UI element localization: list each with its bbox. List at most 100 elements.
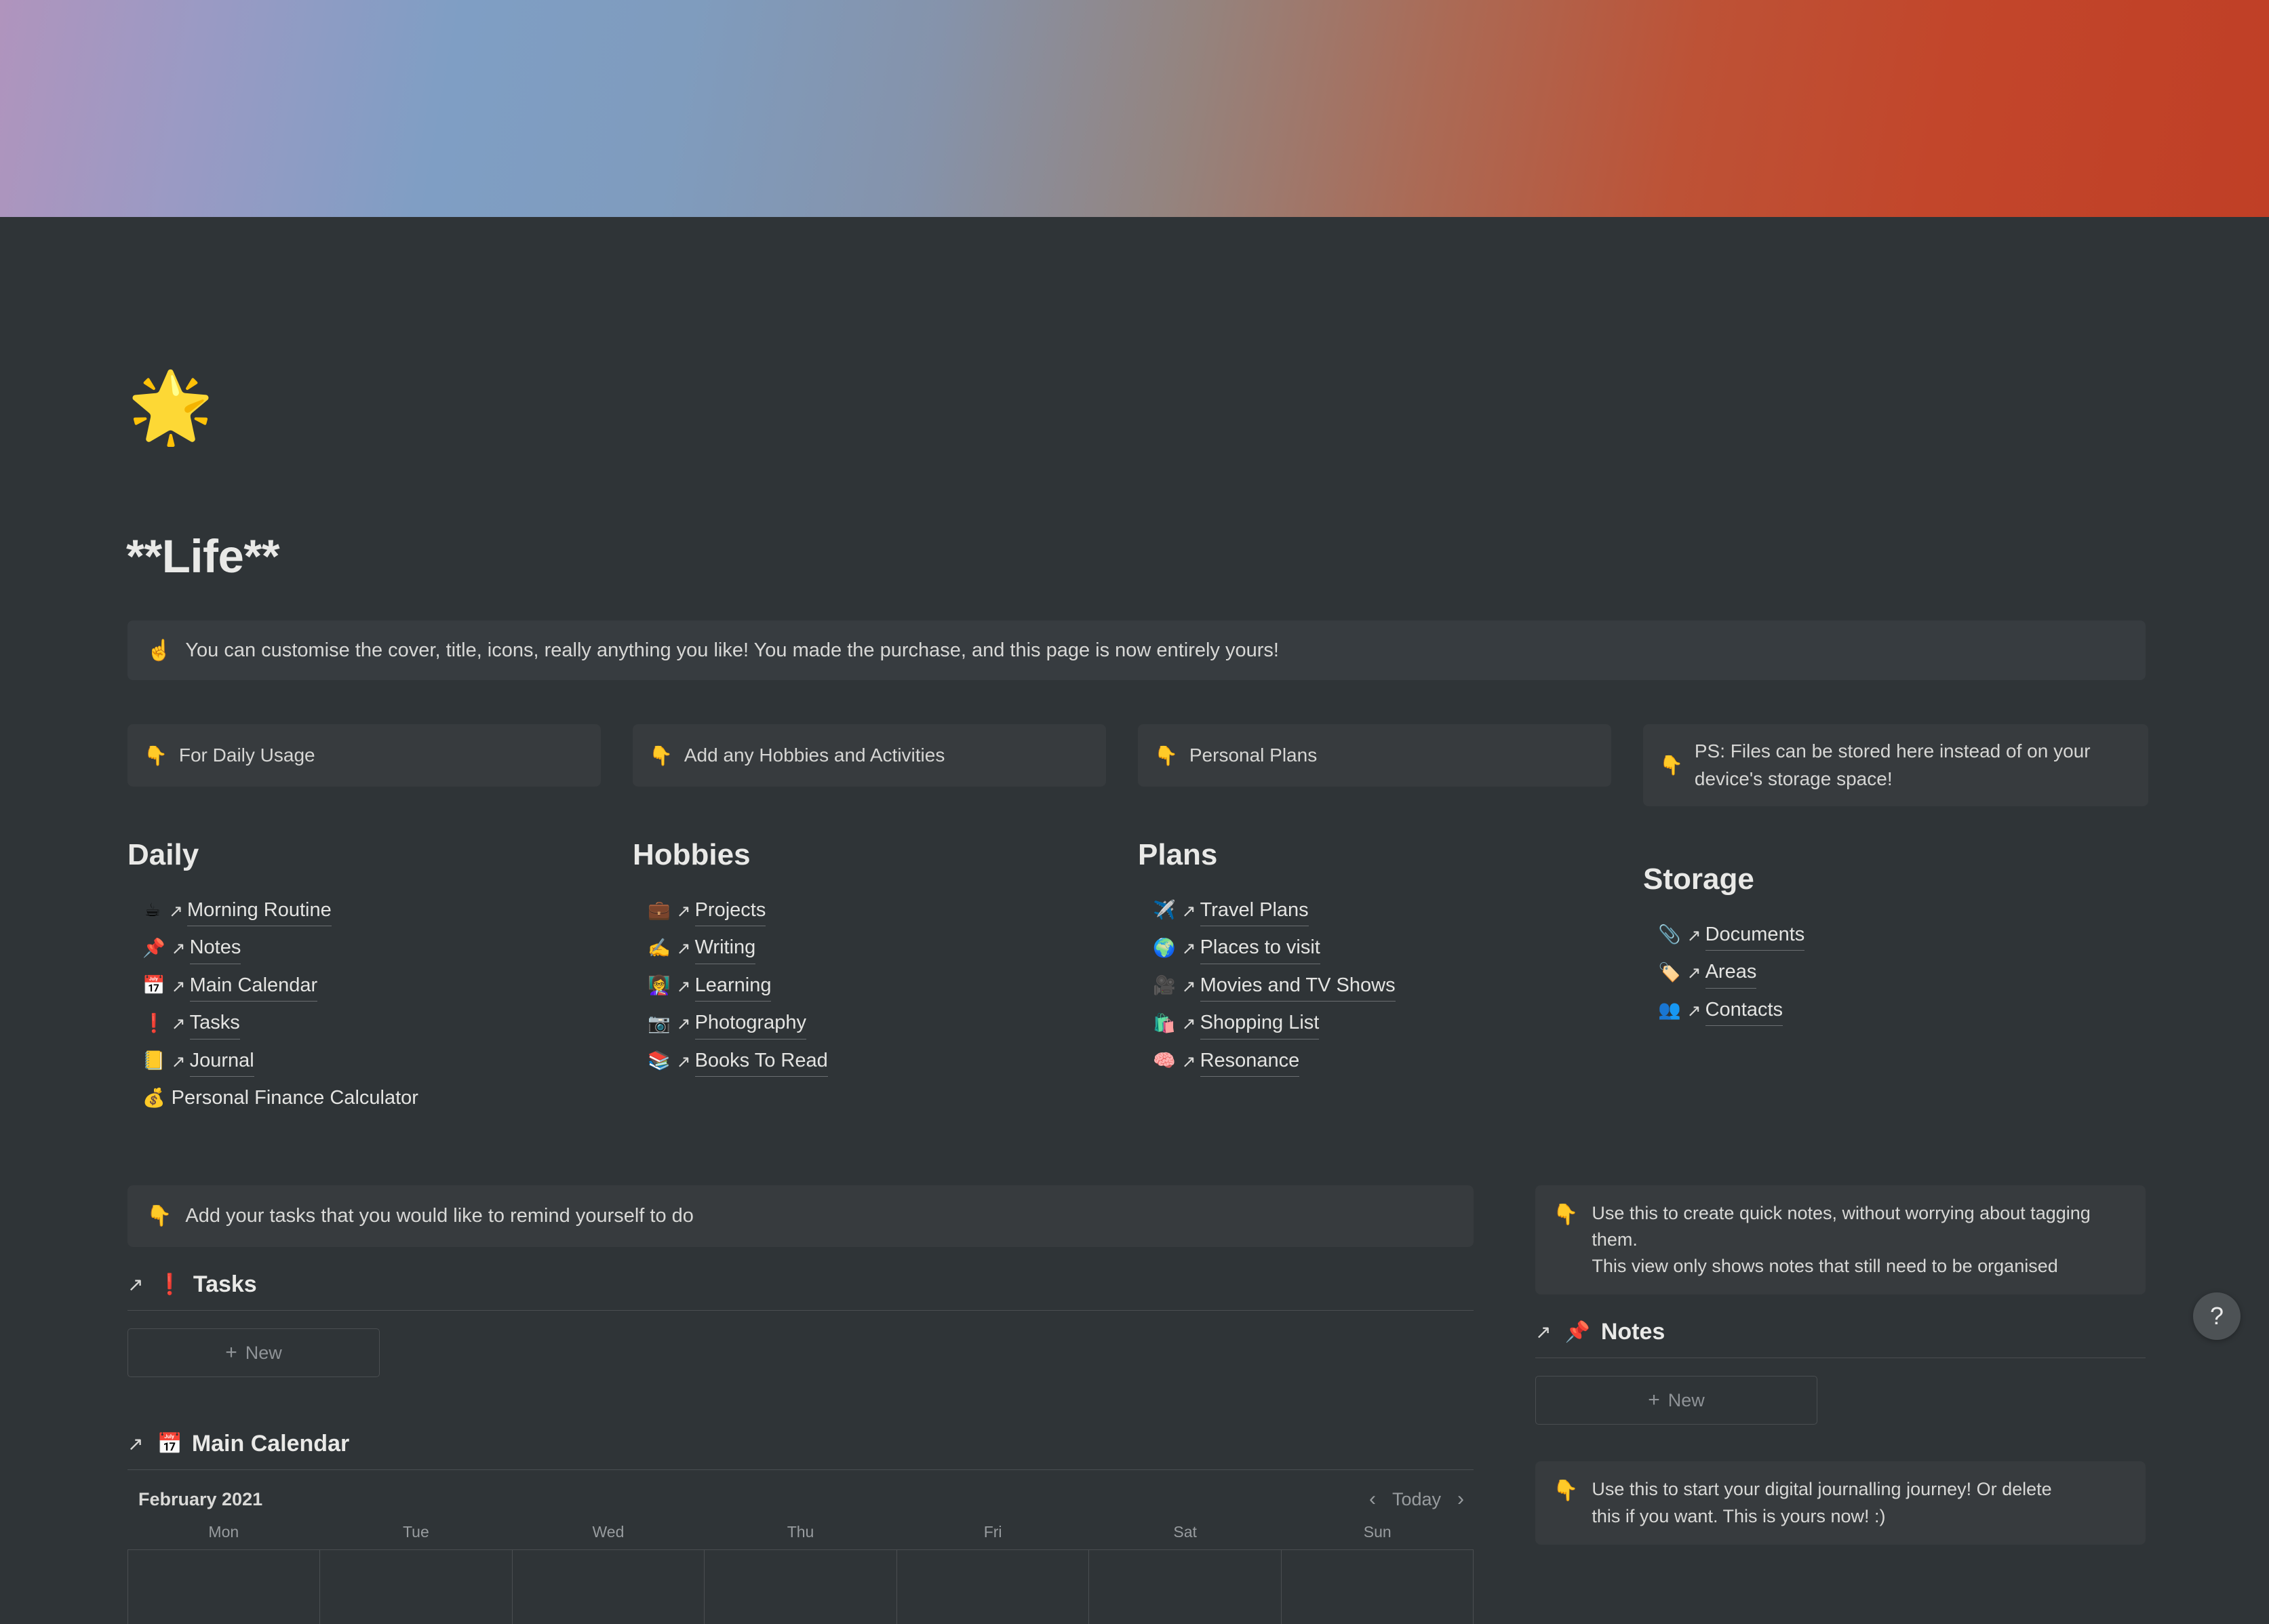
arrow-northeast-icon: ↗ [1182, 1011, 1196, 1037]
arrow-northeast-icon: ↗ [169, 898, 183, 924]
link-projects[interactable]: 💼 ↗ Projects [633, 892, 1106, 930]
link-label: Personal Finance Calculator [172, 1084, 418, 1114]
header-card-hobbies[interactable]: 👇 Add any Hobbies and Activities [633, 724, 1106, 787]
link-morning-routine[interactable]: ☕ ↗ Morning Routine [127, 892, 601, 930]
page-title[interactable]: **Life** [126, 533, 279, 580]
header-card-plans[interactable]: 👇 Personal Plans [1138, 724, 1611, 787]
calendar-weekday-header: Mon Tue Wed Thu Fri Sat Sun [127, 1523, 1474, 1549]
header-card-daily[interactable]: 👇 For Daily Usage [127, 724, 601, 787]
link-notes[interactable]: 📌 ↗ Notes [127, 930, 601, 968]
pointing-down-icon: 👇 [1553, 1477, 1578, 1505]
callout-quick-notes-line1: Use this to create quick notes, without … [1592, 1203, 2090, 1250]
callout-quick-notes[interactable]: 👇 Use this to create quick notes, withou… [1535, 1185, 2146, 1294]
plus-icon: + [1648, 1389, 1660, 1412]
tasks-new-button[interactable]: + New [127, 1328, 380, 1377]
busts-in-silhouette-icon: 👥 [1658, 997, 1681, 1025]
arrow-northeast-icon: ↗ [677, 936, 691, 962]
link-learning[interactable]: 👩‍🏫 ↗ Learning [633, 968, 1106, 1006]
pointing-down-icon: 👇 [1659, 754, 1683, 776]
header-card-daily-text: For Daily Usage [179, 742, 315, 770]
tasks-new-label: New [245, 1343, 282, 1364]
chevron-right-icon[interactable]: › [1457, 1488, 1464, 1511]
notes-new-button[interactable]: + New [1535, 1376, 1817, 1425]
arrow-northeast-icon: ↗ [1687, 960, 1701, 986]
header-card-hobbies-text: Add any Hobbies and Activities [684, 742, 945, 770]
link-journal[interactable]: 📒 ↗ Journal [127, 1043, 601, 1081]
link-places-to-visit[interactable]: 🌍 ↗ Places to visit [1138, 930, 1611, 968]
calendar-cell[interactable] [128, 1550, 320, 1624]
exclamation-icon: ❗ [157, 1273, 182, 1296]
arrow-northeast-icon: ↗ [1182, 898, 1196, 924]
link-personal-finance-calculator[interactable]: 💰 Personal Finance Calculator [127, 1080, 601, 1117]
exclamation-icon: ❗ [142, 1010, 165, 1038]
weekday-fri: Fri [896, 1523, 1089, 1549]
calendar-month-label: February 2021 [127, 1489, 262, 1510]
notes-database-title[interactable]: ↗ 📌 Notes [1535, 1319, 2146, 1358]
calendar-cell[interactable] [897, 1550, 1089, 1624]
notes-new-label: New [1668, 1390, 1705, 1411]
link-label: Writing [695, 933, 756, 964]
link-books-to-read[interactable]: 📚 ↗ Books To Read [633, 1043, 1106, 1081]
calendar-cell[interactable] [320, 1550, 512, 1624]
arrow-northeast-icon: ↗ [1182, 974, 1196, 999]
arrow-northeast-icon: ↗ [127, 1433, 143, 1455]
link-label: Learning [695, 971, 772, 1002]
calendar-today-button[interactable]: Today [1392, 1489, 1441, 1510]
callout-journalling[interactable]: 👇 Use this to start your digital journal… [1535, 1461, 2146, 1544]
page-icon-star[interactable]: 🌟 [127, 373, 214, 442]
calendar-grid [127, 1549, 1474, 1624]
writing-hand-icon: ✍️ [648, 935, 671, 963]
paperclip-icon: 📎 [1658, 922, 1681, 949]
link-photography[interactable]: 📷 ↗ Photography [633, 1005, 1106, 1043]
pushpin-icon: 📌 [142, 935, 165, 963]
link-main-calendar[interactable]: 📅 ↗ Main Calendar [127, 968, 601, 1006]
header-card-col-hobbies: 👇 Add any Hobbies and Activities [633, 724, 1138, 806]
link-label: Journal [190, 1046, 254, 1077]
money-bag-icon: 💰 [142, 1085, 165, 1113]
arrow-northeast-icon: ↗ [677, 974, 691, 999]
link-travel-plans[interactable]: ✈️ ↗ Travel Plans [1138, 892, 1611, 930]
pointing-down-icon: 👇 [144, 745, 167, 767]
weekday-sun: Sun [1281, 1523, 1474, 1549]
callout-add-tasks-text: Add your tasks that you would like to re… [185, 1202, 694, 1230]
calendar-cell[interactable] [705, 1550, 896, 1624]
pushpin-icon: 📌 [1564, 1320, 1590, 1344]
calendar-database-title[interactable]: ↗ 📅 Main Calendar [127, 1431, 1474, 1469]
pointing-down-icon: 👇 [649, 745, 673, 767]
header-card-col-daily: 👇 For Daily Usage [127, 724, 633, 806]
arrow-northeast-icon: ↗ [127, 1273, 143, 1296]
link-movies-and-tv-shows[interactable]: 🎥 ↗ Movies and TV Shows [1138, 968, 1611, 1006]
calendar-cell[interactable] [1089, 1550, 1281, 1624]
column-hobbies: Hobbies 💼 ↗ Projects ✍️ ↗ Writing 👩‍🏫 ↗ … [633, 837, 1138, 1117]
arrow-northeast-icon: ↗ [172, 1049, 186, 1075]
header-card-plans-text: Personal Plans [1189, 742, 1317, 770]
link-documents[interactable]: 📎 ↗ Documents [1643, 917, 2116, 955]
callout-journalling-line2: this if you want. This is yours now! :) [1592, 1506, 1885, 1526]
header-card-storage[interactable]: 👇 PS: Files can be stored here instead o… [1643, 724, 2148, 806]
tasks-database-title[interactable]: ↗ ❗ Tasks [127, 1271, 1474, 1310]
link-areas[interactable]: 🏷️ ↗ Areas [1643, 954, 2116, 992]
notes-database-label: Notes [1601, 1319, 1665, 1345]
link-resonance[interactable]: 🧠 ↗ Resonance [1138, 1043, 1611, 1081]
chevron-left-icon[interactable]: ‹ [1369, 1488, 1376, 1511]
link-shopping-list[interactable]: 🛍️ ↗ Shopping List [1138, 1005, 1611, 1043]
weekday-mon: Mon [127, 1523, 320, 1549]
column-heading-storage: Storage [1643, 862, 2116, 898]
link-label: Travel Plans [1200, 896, 1309, 927]
link-tasks[interactable]: ❗ ↗ Tasks [127, 1005, 601, 1043]
pointing-up-icon: ☝️ [146, 637, 172, 665]
movie-camera-icon: 🎥 [1153, 972, 1176, 1000]
calendar-cell[interactable] [1282, 1550, 1474, 1624]
link-label: Tasks [190, 1008, 240, 1039]
arrow-northeast-icon: ↗ [677, 1011, 691, 1037]
link-writing[interactable]: ✍️ ↗ Writing [633, 930, 1106, 968]
help-button[interactable]: ? [2193, 1292, 2241, 1340]
link-contacts[interactable]: 👥 ↗ Contacts [1643, 992, 2116, 1030]
callout-add-tasks[interactable]: 👇 Add your tasks that you would like to … [127, 1185, 1474, 1247]
calendar-cell[interactable] [513, 1550, 705, 1624]
link-label: Notes [190, 933, 241, 964]
weekday-tue: Tue [320, 1523, 513, 1549]
header-cards-row: 👇 For Daily Usage 👇 Add any Hobbies and … [127, 724, 2146, 806]
callout-customise[interactable]: ☝️ You can customise the cover, title, i… [127, 620, 2146, 680]
link-label: Shopping List [1200, 1008, 1320, 1039]
